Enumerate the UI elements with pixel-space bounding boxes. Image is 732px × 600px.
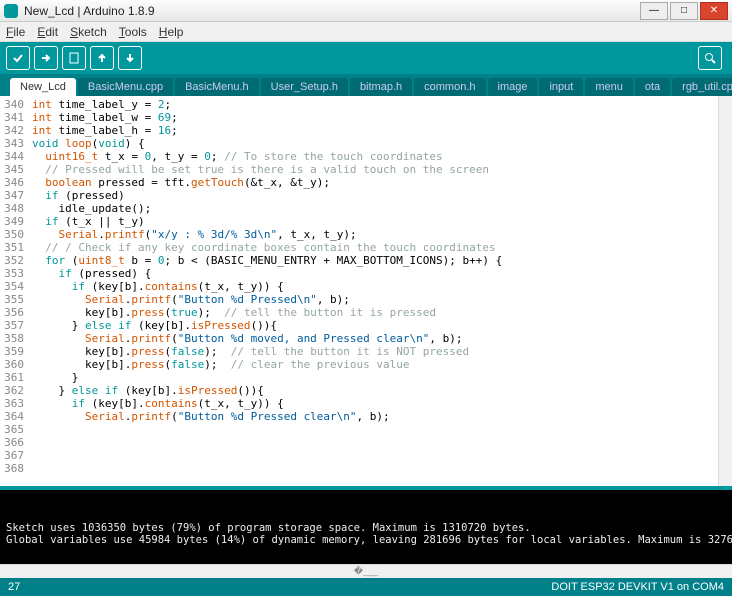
tab-input[interactable]: input [539,78,583,96]
app-icon [4,4,18,18]
console[interactable]: Sketch uses 1036350 bytes (79%) of progr… [0,490,732,564]
menubar: File Edit Sketch Tools Help [0,22,732,42]
tab-new_lcd[interactable]: New_Lcd [10,78,76,96]
tab-basicmenu-h[interactable]: BasicMenu.h [175,78,259,96]
file-icon [69,52,79,64]
tab-common-h[interactable]: common.h [414,78,485,96]
new-button[interactable] [62,46,86,70]
console-line: Global variables use 45984 bytes (14%) o… [6,534,726,546]
tab-bitmap-h[interactable]: bitmap.h [350,78,412,96]
tab-image[interactable]: image [488,78,538,96]
horizontal-scrollbar[interactable]: �___ [0,564,732,578]
arrow-down-icon [124,52,136,64]
tab-user_setup-h[interactable]: User_Setup.h [261,78,348,96]
maximize-button[interactable]: □ [670,2,698,20]
code-area[interactable]: int time_label_y = 2;int time_label_w = … [28,96,718,486]
minimize-button[interactable]: — [640,2,668,20]
tab-rgb_util-cpp[interactable]: rgb_util.cpp [672,78,732,96]
status-line-number: 27 [8,581,20,593]
tab-ota[interactable]: ota [635,78,670,96]
window-controls: — □ ✕ [638,2,728,20]
line-gutter: 3403413423433443453463473483493503513523… [0,96,28,486]
check-icon [12,52,24,64]
arrow-up-icon [96,52,108,64]
menu-help[interactable]: Help [159,25,184,39]
toolbar [0,42,732,74]
magnifier-icon [704,52,716,64]
tab-menu[interactable]: menu [585,78,633,96]
save-button[interactable] [118,46,142,70]
open-button[interactable] [90,46,114,70]
menu-sketch[interactable]: Sketch [70,25,107,39]
menu-file[interactable]: File [6,25,25,39]
tabbar: New_LcdBasicMenu.cppBasicMenu.hUser_Setu… [0,74,732,96]
console-line: Sketch uses 1036350 bytes (79%) of progr… [6,522,726,534]
arrow-right-icon [40,52,52,64]
tab-basicmenu-cpp[interactable]: BasicMenu.cpp [78,78,173,96]
menu-tools[interactable]: Tools [119,25,147,39]
statusbar: 27 DOIT ESP32 DEVKIT V1 on COM4 [0,578,732,596]
window-title: New_Lcd | Arduino 1.8.9 [24,4,638,18]
upload-button[interactable] [34,46,58,70]
serial-monitor-button[interactable] [698,46,722,70]
titlebar: New_Lcd | Arduino 1.8.9 — □ ✕ [0,0,732,22]
status-board: DOIT ESP32 DEVKIT V1 on COM4 [551,581,724,593]
verify-button[interactable] [6,46,30,70]
editor: 3403413423433443453463473483493503513523… [0,96,732,486]
menu-edit[interactable]: Edit [37,25,58,39]
vertical-scrollbar[interactable] [718,96,732,486]
close-button[interactable]: ✕ [700,2,728,20]
